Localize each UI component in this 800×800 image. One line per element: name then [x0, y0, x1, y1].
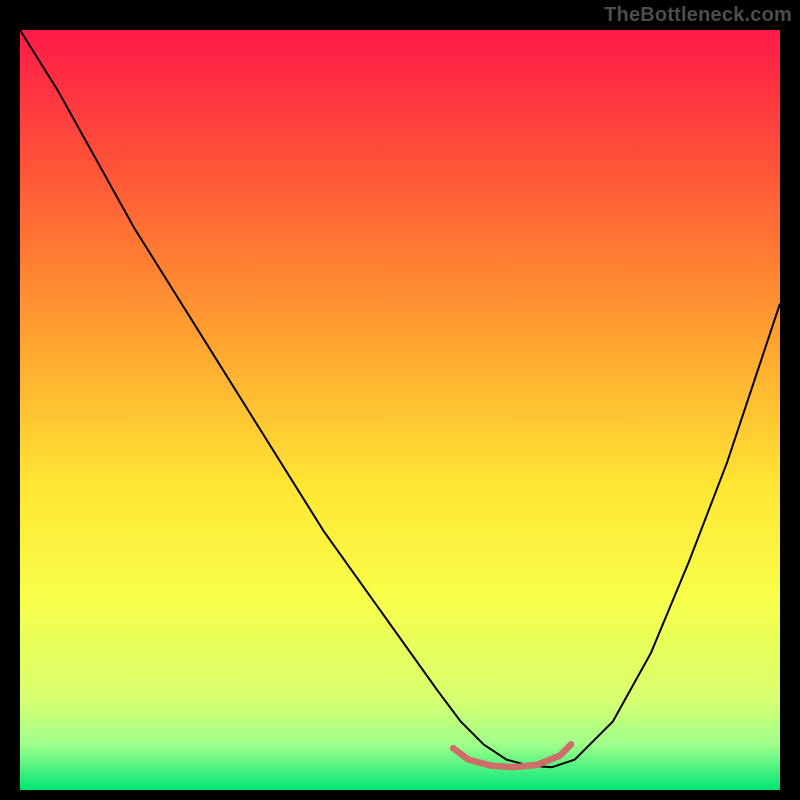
series-optimal-range-marker-cap: [568, 741, 575, 748]
watermark-text: TheBottleneck.com: [604, 4, 792, 27]
gradient-background: [20, 30, 780, 790]
chart-frame: TheBottleneck.com: [0, 0, 800, 800]
chart-svg: [20, 30, 780, 790]
series-optimal-range-marker-cap: [450, 745, 457, 752]
plot-area: [20, 30, 780, 790]
